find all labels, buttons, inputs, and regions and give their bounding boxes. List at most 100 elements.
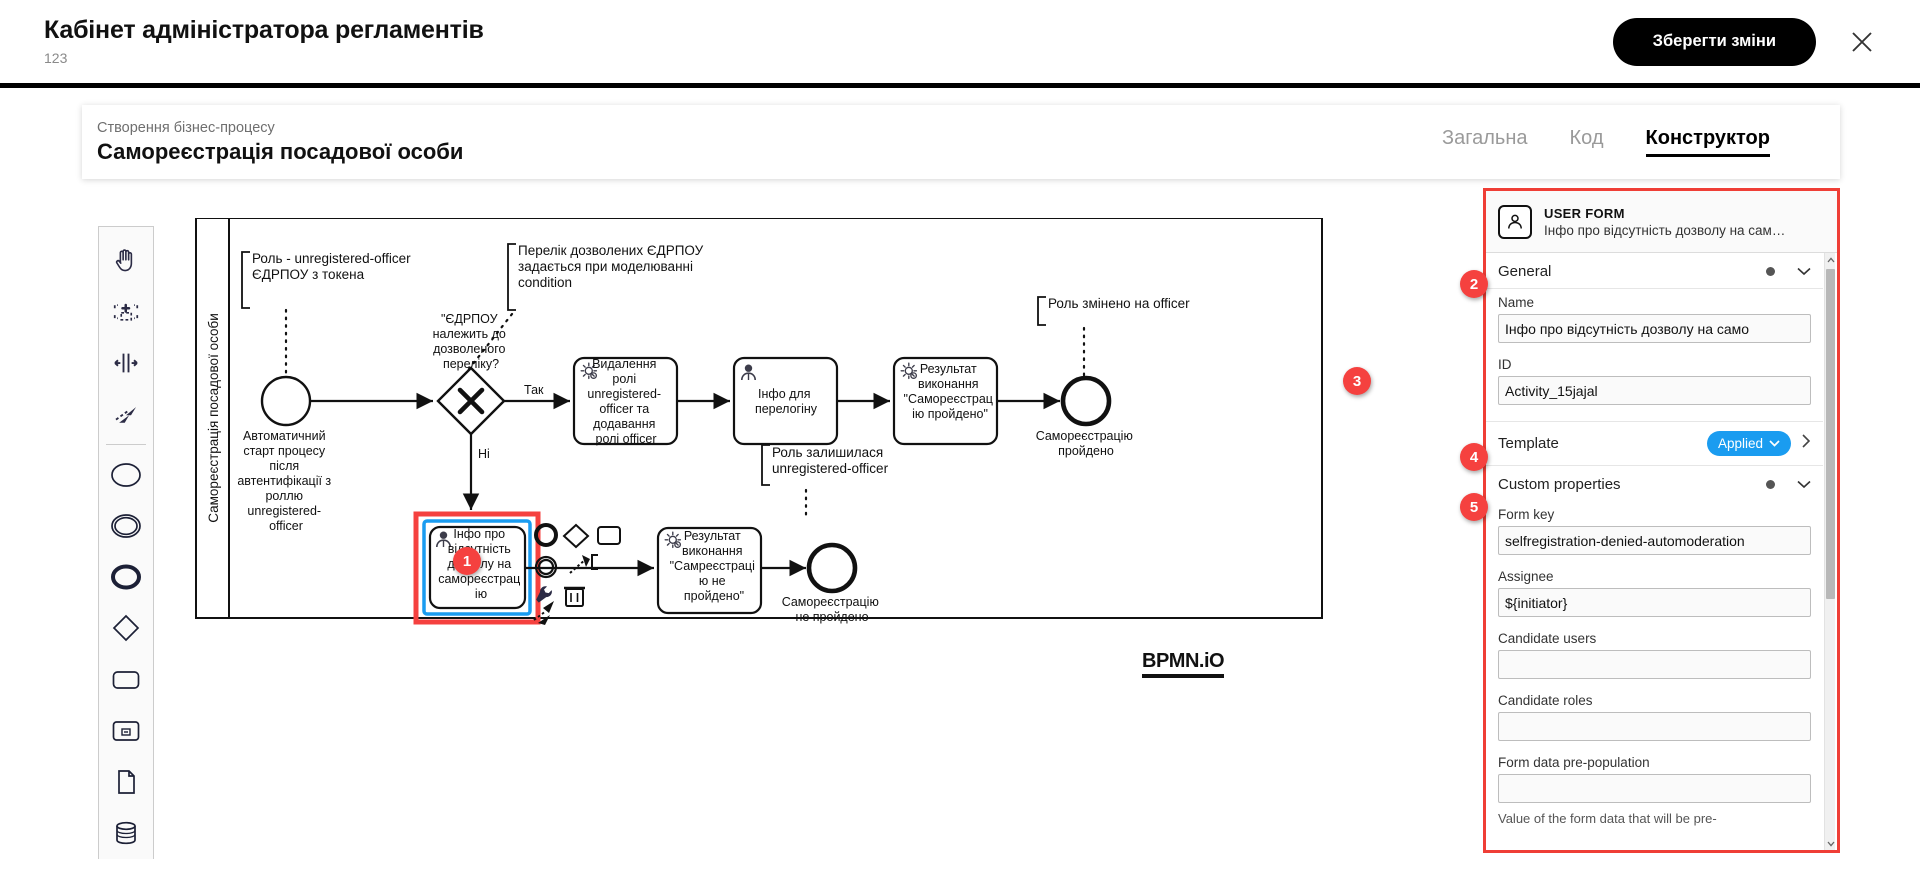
entry-label-form-data-prepopulation: Form data pre-population: [1498, 755, 1650, 770]
chevron-down-icon[interactable]: [1797, 480, 1811, 489]
page-subtitle: 123: [44, 49, 68, 66]
scrollbar-down-icon[interactable]: [1825, 837, 1836, 850]
bpmn-canvas[interactable]: Самореєстрація посадової особи Роль - un…: [194, 218, 1349, 888]
node-end-event-passed[interactable]: [1060, 375, 1112, 427]
lane-label: Самореєстрація посадової особи: [206, 313, 221, 523]
group-title-general: General: [1498, 263, 1552, 280]
template-title: Template: [1498, 435, 1559, 452]
candidate-roles-input[interactable]: [1498, 712, 1811, 741]
append-gateway-icon[interactable]: [562, 523, 590, 549]
palette-start-event[interactable]: [103, 449, 149, 500]
context-pad[interactable]: [533, 523, 621, 625]
palette-end-event[interactable]: [103, 551, 149, 602]
properties-scrollbar[interactable]: [1824, 253, 1835, 850]
annotation-bracket: [241, 251, 250, 309]
palette-space-tool[interactable]: [103, 338, 149, 389]
entry-assignee: Assignee: [1486, 563, 1823, 625]
entry-label-candidate-users: Candidate users: [1498, 631, 1597, 646]
intermediate-event-icon: [111, 514, 141, 538]
group-header-custom-properties[interactable]: Custom properties: [1486, 466, 1823, 501]
end-event-icon: [111, 564, 141, 590]
tab-bar: Загальна Код Конструктор: [1442, 127, 1770, 157]
palette-subprocess[interactable]: [103, 705, 149, 756]
bpmn-io-logo[interactable]: BPMN.iO: [1142, 650, 1225, 678]
tab-constructor[interactable]: Конструктор: [1645, 127, 1770, 157]
node-end-event-failed[interactable]: [806, 542, 858, 594]
flow-label-no: Ні: [478, 447, 490, 461]
chevron-down-icon: [1769, 440, 1780, 447]
node-task-relogin-info-label: Інфо для перелогіну: [755, 387, 818, 416]
flow-label-yes: Так: [524, 383, 544, 397]
entry-label-id: ID: [1498, 357, 1512, 372]
id-input[interactable]: [1498, 376, 1811, 405]
entry-name: Name: [1486, 289, 1823, 351]
form-key-input[interactable]: [1498, 526, 1811, 555]
group-status-dot: [1766, 267, 1775, 276]
group-status-dot: [1766, 480, 1775, 489]
annotation-bracket: [1037, 296, 1046, 326]
page-title: Кабінет адміністратора регламентів: [44, 16, 484, 45]
step-marker-2: 2: [1460, 270, 1488, 298]
node-end-event-failed-label: Самореєстрацію не пройдено: [782, 595, 883, 624]
lasso-tool-icon: [113, 303, 139, 321]
node-start-event[interactable]: [260, 375, 312, 427]
step-marker-3: 3: [1343, 367, 1371, 395]
append-task-icon[interactable]: [597, 526, 621, 545]
data-object-icon: [118, 770, 135, 794]
save-button[interactable]: Зберегти зміни: [1612, 17, 1816, 66]
scrollbar-thumb[interactable]: [1826, 269, 1835, 599]
space-tool-icon: [114, 353, 138, 373]
node-gateway-edrpou[interactable]: [436, 366, 506, 436]
close-button[interactable]: [1838, 18, 1886, 66]
app-header: Кабінет адміністратора регламентів 123 З…: [0, 0, 1920, 88]
properties-panel-body: General Name ID Template Applied: [1486, 253, 1837, 850]
palette-hand-tool[interactable]: [103, 235, 149, 286]
node-end-event-passed-label: Самореєстрацію пройдено: [1036, 429, 1137, 458]
data-store-icon: [116, 822, 136, 845]
palette-intermediate-event[interactable]: [103, 500, 149, 551]
gateway-icon: [112, 615, 140, 642]
process-name: Самореєстрація посадової особи: [97, 139, 464, 165]
annotation-bracket: [761, 444, 770, 486]
group-header-general[interactable]: General: [1486, 253, 1823, 289]
user-task-glyph-icon: [1508, 214, 1522, 229]
delete-icon[interactable]: [564, 586, 585, 607]
palette-separator: [106, 444, 146, 445]
palette-global-connect-tool[interactable]: [103, 389, 149, 440]
template-row: Template Applied: [1486, 421, 1823, 466]
step-marker-5: 5: [1460, 493, 1488, 521]
user-task-icon: [1498, 204, 1532, 239]
tab-code[interactable]: Код: [1570, 127, 1604, 157]
start-event-icon: [111, 462, 141, 487]
form-data-prepopulation-input[interactable]: [1498, 774, 1811, 803]
entry-candidate-roles: Candidate roles: [1486, 687, 1823, 749]
palette-task[interactable]: [103, 654, 149, 705]
palette-gateway[interactable]: [103, 603, 149, 654]
entry-form-data-prepopulation: Form data pre-population: [1486, 749, 1823, 811]
append-text-annotation-icon[interactable]: [569, 554, 598, 574]
tab-general[interactable]: Загальна: [1442, 127, 1527, 157]
properties-panel-header: USER FORM Інфо про відсутність дозволу н…: [1486, 191, 1837, 253]
bpmn-palette: [98, 226, 154, 859]
template-open-icon[interactable]: [1799, 434, 1811, 453]
entry-label-assignee: Assignee: [1498, 569, 1554, 584]
assignee-input[interactable]: [1498, 588, 1811, 617]
subprocess-icon: [112, 721, 140, 741]
chevron-down-icon[interactable]: [1797, 267, 1811, 276]
hand-tool-icon: [115, 248, 133, 271]
entry-label-candidate-roles: Candidate roles: [1498, 693, 1593, 708]
group-title-custom-properties: Custom properties: [1498, 476, 1621, 493]
palette-data-object[interactable]: [103, 756, 149, 807]
node-gateway-label: "ЄДРПОУ належить до дозволеного переліку…: [433, 312, 510, 371]
template-applied-chip[interactable]: Applied: [1706, 431, 1791, 456]
properties-panel: USER FORM Інфо про відсутність дозволу н…: [1483, 188, 1840, 853]
annotation-bracket: [507, 243, 516, 311]
entry-id: ID: [1486, 351, 1823, 413]
palette-lasso-tool[interactable]: [103, 286, 149, 337]
name-input[interactable]: [1498, 314, 1811, 343]
candidate-users-input[interactable]: [1498, 650, 1811, 679]
scrollbar-up-icon[interactable]: [1825, 253, 1836, 266]
palette-data-store[interactable]: [103, 808, 149, 859]
breadcrumb: Створення бізнес-процесу: [97, 119, 275, 136]
node-task-relogin-info[interactable]: [732, 356, 839, 446]
